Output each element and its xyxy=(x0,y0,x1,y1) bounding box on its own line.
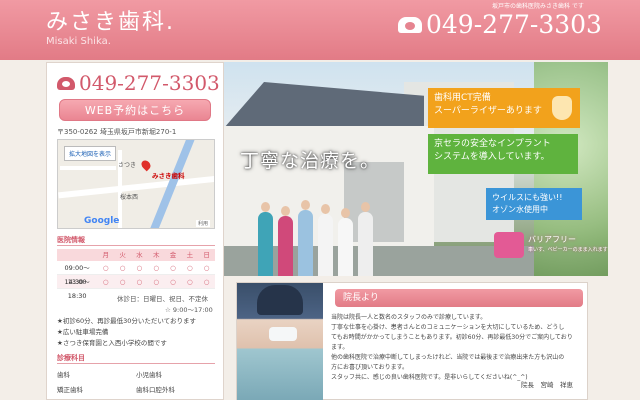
hours-cell: ○ xyxy=(170,264,176,272)
hours-cell: ○ xyxy=(136,264,143,272)
hero-catchphrase: 丁寧な治療を。 xyxy=(240,150,381,172)
barrier-free-sublabel: 車いす、ベビーカーのまま入れます xyxy=(528,247,608,253)
hours-cell: ○ xyxy=(119,278,126,286)
notice-line: ★さつき保育園と入西小学校の間です xyxy=(57,339,167,347)
hours-cell: ○ xyxy=(186,264,193,272)
hours-header-cell: 水 xyxy=(136,251,143,259)
hours-time: 14:30～18:30 xyxy=(64,278,90,300)
hours-header-cell: 火 xyxy=(119,251,126,259)
message-line: 丁寧な仕事を心掛け、患者さんとのコミュニケーションを大切にしているため、どうし xyxy=(331,324,565,331)
hours-table: 月 火 水 木 金 土 日 09:00～13:00 ○ ○ ○ ○ ○ ○ ○ … xyxy=(57,249,215,300)
sidebar: 049-277-3303 WEB予約はこちら 〒350-0262 埼玉県坂戸市新… xyxy=(46,62,224,400)
map-road xyxy=(60,166,116,170)
hours-cell: ○ xyxy=(102,264,109,272)
badge-line: ウイルスにも強い!! xyxy=(492,193,563,202)
header-phone-number: 049-277-3303 xyxy=(426,10,602,39)
hours-cell: ○ xyxy=(186,278,193,286)
subjects-list: 歯科 小児歯科 矯正歯科 歯科口腔外科 xyxy=(57,369,215,394)
map-pin-icon[interactable] xyxy=(139,158,153,172)
staff-person xyxy=(258,202,273,276)
director-photo xyxy=(237,283,323,400)
hours-cell: ○ xyxy=(203,278,210,286)
director-message: 院長より 当院は院長一人と数名のスタッフのみで診療しています。 丁寧な仕事を心掛… xyxy=(236,282,588,400)
staff-person xyxy=(358,202,373,276)
hours-cell: ○ xyxy=(119,264,126,272)
list-item: 矯正歯科 xyxy=(57,386,83,394)
table-row: 09:00～13:00 ○ ○ ○ ○ ○ ○ ○ xyxy=(57,261,215,286)
staff-person xyxy=(318,204,333,276)
logo-subtext: Misaki Shika. xyxy=(46,36,111,47)
message-line: ます。 xyxy=(331,344,349,351)
staff-person xyxy=(278,206,293,276)
ozone-water-badge[interactable]: ウイルスにも強い!! オゾン水使用中 xyxy=(486,188,582,220)
map-terms-link[interactable]: 利用 xyxy=(195,220,210,227)
divider xyxy=(57,245,215,246)
building-roof xyxy=(224,82,424,128)
tooth-icon xyxy=(552,96,572,120)
divider xyxy=(57,363,215,364)
list-item: 歯科 xyxy=(57,371,70,379)
closed-days: 休診日：日曜日、祝日、不定休 xyxy=(117,295,208,303)
web-reservation-button[interactable]: WEB予約はこちら xyxy=(59,99,211,121)
director-message-text: 当院は院長一人と数名のスタッフのみで診療しています。 丁寧な仕事を心掛け、患者さ… xyxy=(331,313,581,383)
hours-header-cell: 月 xyxy=(102,251,110,259)
hours-header-cell xyxy=(57,249,97,261)
hours-cell: ○ xyxy=(153,278,160,286)
implant-badge[interactable]: 京セラの安全なインプラント システムを導入しています。 xyxy=(428,134,578,174)
hours-cell: ○ xyxy=(170,278,176,286)
staff-person xyxy=(338,208,353,276)
phone-icon xyxy=(57,76,75,90)
list-item: 歯科口腔外科 xyxy=(136,386,175,394)
table-row: 14:30～18:30 ○ ○ ○ ○ ○ ○ ○ xyxy=(57,275,215,300)
message-line: 方にお喜び頂いております。 xyxy=(331,364,409,371)
wheelchair-icon xyxy=(494,232,524,258)
hours-cell: ○ xyxy=(203,264,210,272)
map-pin-label: みさき歯科 xyxy=(152,172,185,180)
map-place-label: さつき xyxy=(118,162,137,169)
badge-line: システムを導入しています。 xyxy=(434,152,550,162)
message-line: てもお時間がかかってしまうこともあります。初診60分、再診最低30分でご案内して… xyxy=(331,334,573,341)
notice-line: ★広い駐車場完備 xyxy=(57,328,109,336)
google-logo: Google xyxy=(84,216,120,226)
staff-person xyxy=(298,200,313,276)
director-signature: 院長 宮崎 祥恵 xyxy=(521,381,573,389)
hours-table-header: 月 火 水 木 金 土 日 xyxy=(57,249,215,261)
hero-image: 丁寧な治療を。 歯科用CT完備 スーパーライザーあります 京セラの安全なインプラ… xyxy=(224,62,608,276)
logo-text[interactable]: みさき歯科. xyxy=(46,4,175,36)
sidebar-phone-number: 049-277-3303 xyxy=(79,71,220,95)
hours-cell: ○ xyxy=(153,264,160,272)
hours-time: 09:00～13:00 xyxy=(64,264,90,286)
hours-cell: ○ xyxy=(102,278,109,286)
hours-header-cell: 土 xyxy=(186,251,194,259)
hours-header-cell: 木 xyxy=(152,251,160,259)
hours-section-title: 医院情報 xyxy=(57,236,85,244)
badge-line: オゾン水使用中 xyxy=(492,205,548,214)
hours-header-cell: 日 xyxy=(203,251,210,259)
subjects-section-title: 診療科目 xyxy=(57,354,85,362)
face-mask xyxy=(269,327,297,341)
notice-line: ★初診60分、再診最低30分いただいております xyxy=(57,317,196,325)
phone-icon xyxy=(398,16,422,33)
header-phone[interactable]: 049-277-3303 xyxy=(398,10,602,39)
sidebar-phone[interactable]: 049-277-3303 xyxy=(57,71,220,95)
hours-header-cell: 金 xyxy=(169,251,177,259)
message-line: 他の歯科医院で治療中断してしまったけれど、当院では最後まで治療出来た方も沢山の xyxy=(331,354,565,361)
hours-cell: ○ xyxy=(136,278,143,286)
google-map[interactable]: 拡大地図を表示 さつき みさき歯科 桜本西 Google 利用 xyxy=(57,139,215,229)
map-enlarge-link[interactable]: 拡大地図を表示 xyxy=(64,146,117,161)
saturday-hours: ☆ 9:00～17:00 xyxy=(165,306,213,314)
staff-group-photo xyxy=(254,196,382,276)
ct-badge[interactable]: 歯科用CT完備 スーパーライザーあります xyxy=(428,88,580,128)
list-item: 小児歯科 xyxy=(136,371,162,379)
map-place-label: 桜本西 xyxy=(120,194,139,201)
barrier-free-label: バリアフリー xyxy=(528,235,576,244)
address: 〒350-0262 埼玉県坂戸市新堀270-1 xyxy=(57,128,177,136)
badge-line: 京セラの安全なインプラント xyxy=(434,139,551,149)
site-header: みさき歯科. Misaki Shika. 坂戸市の歯科医院みさき歯科 です 04… xyxy=(0,0,640,60)
director-section-title: 院長より xyxy=(335,289,583,307)
message-line: 当院は院長一人と数名のスタッフのみで診療しています。 xyxy=(331,314,487,321)
header-tagline: 坂戸市の歯科医院みさき歯科 です xyxy=(492,3,584,10)
scrub-cap xyxy=(257,285,303,315)
